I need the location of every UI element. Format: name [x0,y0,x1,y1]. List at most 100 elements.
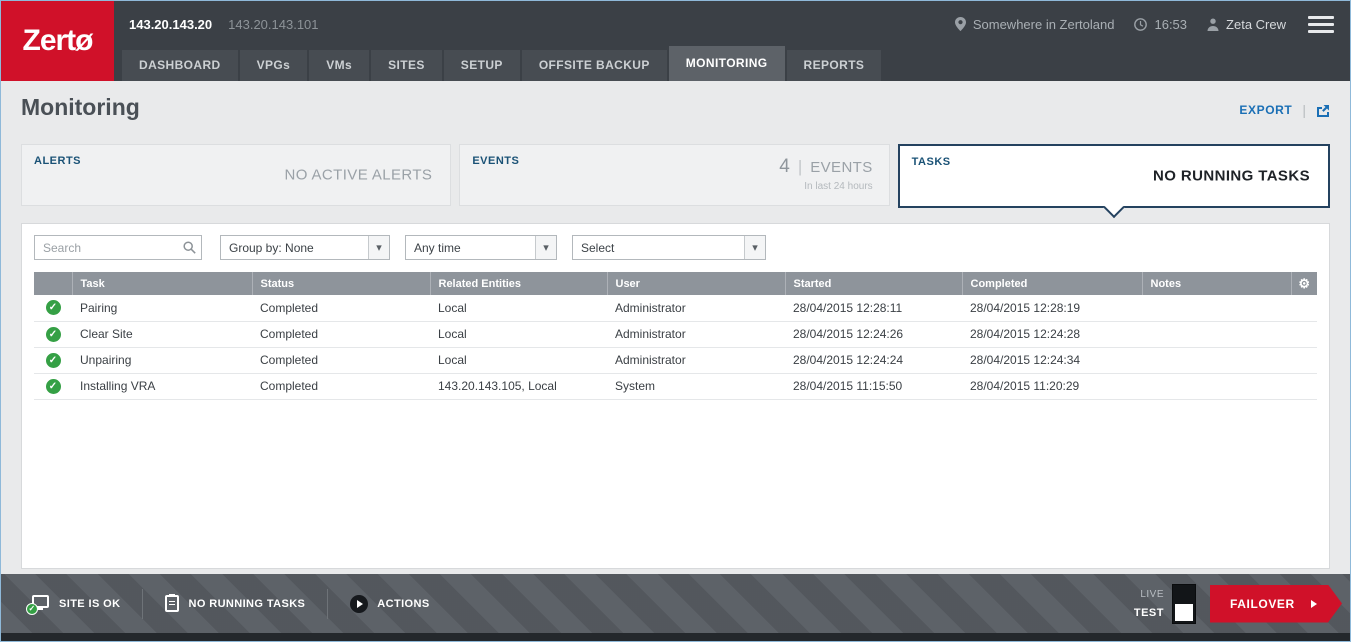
secondary-site-ip: 143.20.143.101 [228,16,319,32]
cell-related: Local [430,295,607,322]
tab-setup[interactable]: SETUP [443,50,520,81]
entity-select-dropdown[interactable]: Select ▾ [572,235,766,260]
table-row[interactable]: ✓ Installing VRA Completed 143.20.143.10… [34,373,1317,400]
tasks-panel: Group by: None ▾ Any time ▾ Select ▾ Tas… [21,223,1330,569]
top-bar: Zertø 143.20.143.20 143.20.143.101 Somew… [1,1,1350,81]
success-check-icon: ✓ [45,326,61,342]
cell-status: Completed [252,347,430,374]
cell-completed: 28/04/2015 12:24:34 [962,347,1142,374]
column-related-entities[interactable]: Related Entities [430,272,608,295]
cell-completed: 28/04/2015 11:20:29 [962,373,1142,400]
cell-started: 28/04/2015 12:24:24 [785,347,962,374]
column-notes[interactable]: Notes [1142,272,1292,295]
page-header: Monitoring EXPORT | [1,81,1350,144]
cell-started: 28/04/2015 11:15:50 [785,373,962,400]
group-by-dropdown[interactable]: Group by: None ▾ [220,235,390,260]
cell-related: 143.20.143.105, Local [430,373,607,400]
gear-icon[interactable]: ⚙ [1298,276,1310,291]
toggle-knob [1175,603,1193,621]
cell-task: Clear Site [72,321,252,348]
zerto-logo: Zertø [1,1,114,81]
cell-status: Completed [252,321,430,348]
top-bar-right: Somewhere in Zertoland 16:53 Zeta Crew [935,15,1334,33]
play-circle-icon [350,594,369,613]
tab-reports[interactable]: REPORTS [786,50,882,81]
live-label: LIVE [1140,588,1164,600]
status-icon-column [34,272,73,295]
column-task[interactable]: Task [72,272,253,295]
events-unit-label: EVENTS [810,159,873,176]
cell-related: Local [430,321,607,348]
location-pin-icon [954,17,966,31]
footer-divider [142,588,144,619]
column-status[interactable]: Status [252,272,431,295]
events-count: 4 [779,156,790,177]
tab-monitoring[interactable]: MONITORING [668,46,785,81]
search-input[interactable] [34,235,202,260]
search-box [34,235,202,260]
external-link-icon[interactable] [1316,104,1330,117]
tab-sites[interactable]: SITES [371,50,442,81]
actions-menu-item[interactable]: ACTIONS [350,594,429,613]
table-row[interactable]: ✓ Unpairing Completed Local Administrato… [34,347,1317,374]
tasks-table: Task Status Related Entities User Starte… [34,272,1317,400]
cell-started: 28/04/2015 12:24:26 [785,321,962,348]
bottom-edge-strip [1,633,1350,641]
footer-divider [327,588,329,619]
tab-dashboard[interactable]: DASHBOARD [122,50,238,81]
tab-vpgs[interactable]: VPGs [239,50,308,81]
hamburger-menu-icon[interactable] [1308,15,1334,33]
search-icon[interactable] [183,241,196,259]
tasks-card[interactable]: TASKS NO RUNNING TASKS [897,144,1330,219]
cell-notes [1142,347,1291,374]
tab-vms[interactable]: VMs [309,50,370,81]
table-row[interactable]: ✓ Clear Site Completed Local Administrat… [34,321,1317,348]
time-range-dropdown[interactable]: Any time ▾ [405,235,557,260]
main-nav: DASHBOARD VPGs VMs SITES SETUP OFFSITE B… [122,46,882,81]
success-check-icon: ✓ [45,378,61,394]
site-status-item[interactable]: ✓ SITE IS OK [26,594,120,615]
export-button[interactable]: EXPORT [1239,103,1292,117]
clipboard-icon [165,594,180,612]
success-check-icon: ✓ [45,300,61,316]
events-subtitle: In last 24 hours [804,181,873,192]
cell-completed: 28/04/2015 12:24:28 [962,321,1142,348]
running-tasks-label: NO RUNNING TASKS [188,597,306,610]
events-divider: | [797,157,803,176]
filter-bar: Group by: None ▾ Any time ▾ Select ▾ [22,224,1329,270]
cell-user: Administrator [607,295,785,322]
table-row[interactable]: ✓ Pairing Completed Local Administrator … [34,295,1317,322]
tab-offsite-backup[interactable]: OFFSITE BACKUP [521,50,667,81]
logged-in-user[interactable]: Zeta Crew [1226,17,1286,32]
cell-task: Installing VRA [72,373,252,400]
cell-status: Completed [252,373,430,400]
column-started[interactable]: Started [785,272,963,295]
chevron-down-icon: ▾ [368,236,389,259]
live-test-toggle[interactable] [1172,583,1196,624]
failover-label: FAILOVER [1230,596,1295,611]
current-time: 16:53 [1154,16,1188,32]
alerts-card[interactable]: ALERTS NO ACTIVE ALERTS [21,144,452,206]
cell-started: 28/04/2015 12:28:11 [785,295,962,322]
export-controls: EXPORT | [1239,102,1330,118]
column-completed[interactable]: Completed [962,272,1143,295]
footer-right-controls: LIVE TEST FAILOVER [1133,583,1342,624]
cell-related: Local [430,347,607,374]
alerts-card-title: ALERTS [34,155,81,167]
tasks-card-title: TASKS [911,156,951,168]
page-title: Monitoring [21,94,140,120]
failover-button[interactable]: FAILOVER [1210,585,1342,623]
test-label: TEST [1133,606,1164,619]
column-user[interactable]: User [607,272,786,295]
primary-site-ip: 143.20.143.20 [129,16,213,32]
user-icon [1207,18,1219,31]
running-tasks-item[interactable]: NO RUNNING TASKS [165,594,306,612]
tasks-card-status: NO RUNNING TASKS [1153,167,1310,185]
cell-user: Administrator [607,347,785,374]
time-range-value: Any time [414,240,461,255]
clock-icon [1134,17,1148,31]
cell-user: System [607,373,785,400]
cell-status: Completed [252,295,430,322]
cell-completed: 28/04/2015 12:28:19 [962,295,1142,322]
events-card[interactable]: EVENTS 4 | EVENTS In last 24 hours [459,144,890,206]
